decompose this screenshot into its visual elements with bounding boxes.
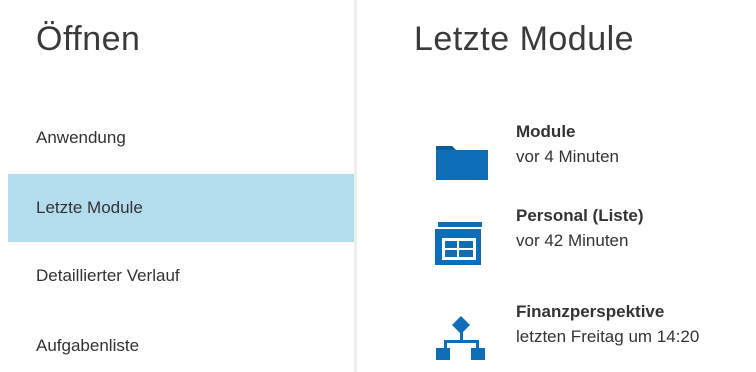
recent-module-item[interactable]: Module vor 4 Minuten	[432, 122, 756, 192]
sidebar-item-label: Detaillierter Verlauf	[36, 266, 180, 285]
sidebar: Öffnen Anwendung Letzte Module Detaillie…	[0, 0, 354, 372]
sidebar-item-label: Letzte Module	[36, 198, 143, 217]
folder-icon	[436, 146, 488, 180]
list-form-icon	[433, 222, 483, 266]
module-name: Module	[516, 122, 576, 141]
page-title: Letzte Module	[414, 20, 635, 58]
sidebar-item-label: Aufgabenliste	[36, 336, 140, 355]
sidebar-item-anwendung[interactable]: Anwendung	[8, 104, 354, 172]
module-time: vor 42 Minuten	[516, 231, 629, 250]
open-view: Öffnen Anwendung Letzte Module Detaillie…	[0, 0, 756, 372]
recent-module-item[interactable]: Personal (Liste) vor 42 Minuten	[432, 206, 756, 276]
sidebar-divider	[354, 0, 357, 372]
sidebar-title: Öffnen	[36, 20, 141, 58]
module-time: letzten Freitag um 14:20	[516, 327, 700, 346]
hierarchy-icon	[436, 316, 485, 360]
sidebar-item-detaillierter-verlauf[interactable]: Detaillierter Verlauf	[8, 242, 354, 310]
sidebar-item-letzte-module[interactable]: Letzte Module	[8, 174, 354, 242]
module-time: vor 4 Minuten	[516, 147, 619, 166]
sidebar-item-aufgabenliste[interactable]: Aufgabenliste	[8, 312, 354, 372]
module-name: Personal (Liste)	[516, 206, 644, 225]
module-name: Finanzperspektive	[516, 302, 665, 321]
sidebar-item-label: Anwendung	[36, 128, 126, 147]
recent-module-item[interactable]: Finanzperspektive letzten Freitag um 14:…	[432, 302, 756, 372]
